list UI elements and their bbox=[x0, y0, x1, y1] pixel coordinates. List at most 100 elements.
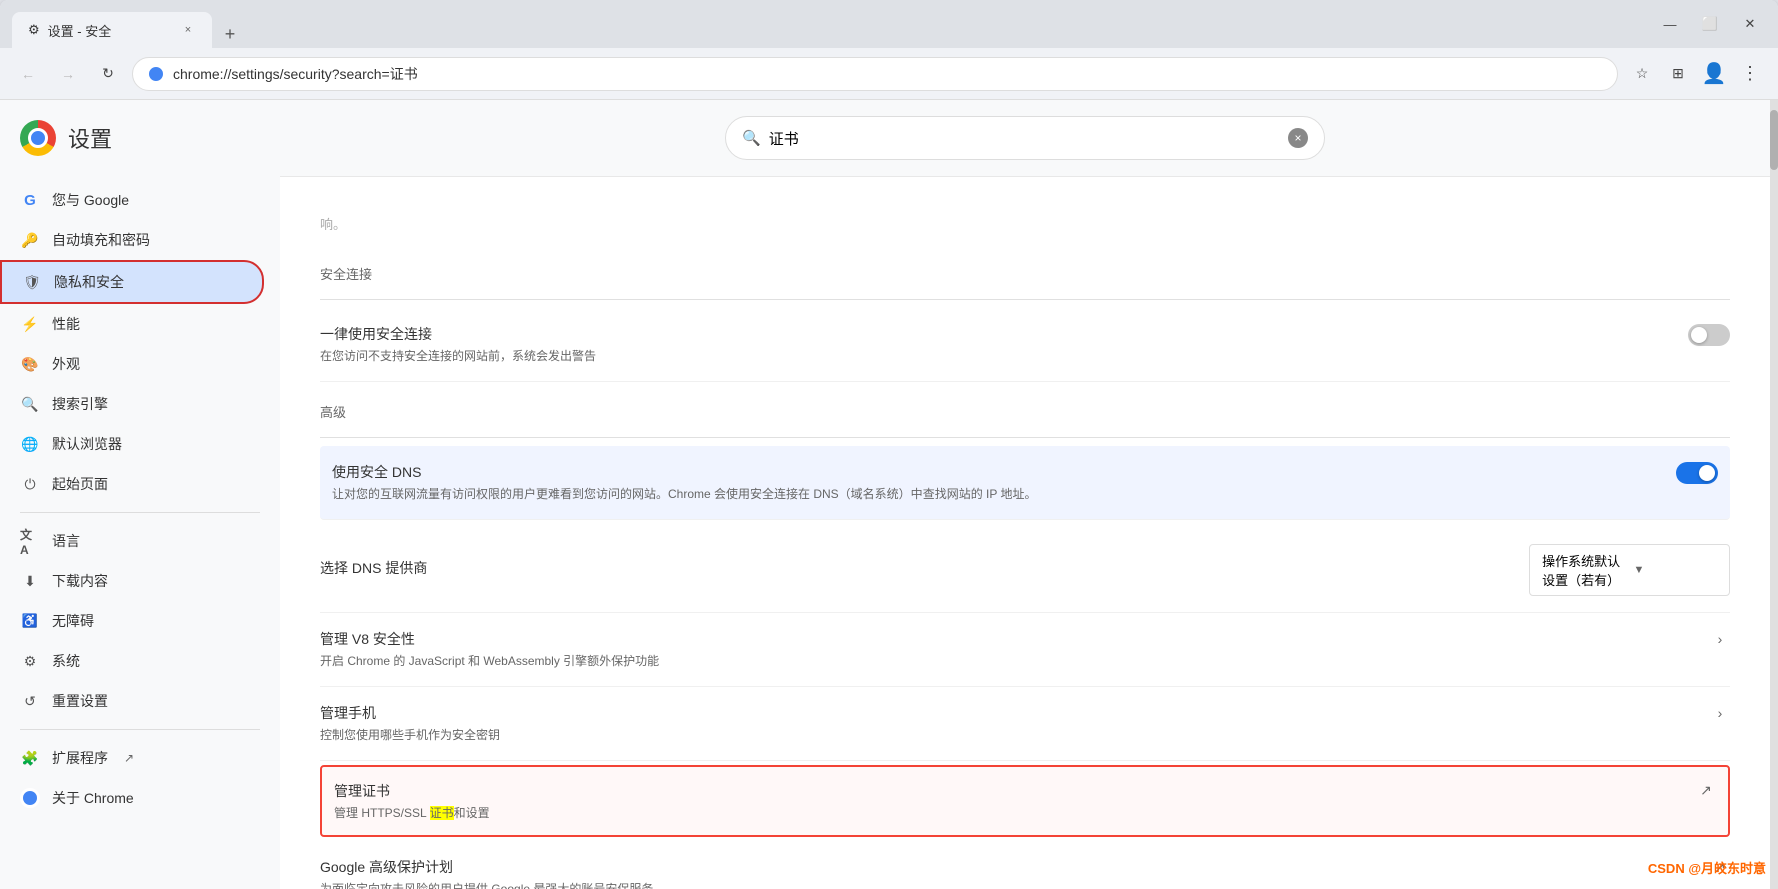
manage-cert-text: 管理证书 管理 HTTPS/SSL 证书和设置 bbox=[334, 781, 1680, 822]
new-tab-button[interactable]: + bbox=[216, 20, 244, 48]
dns-provider-value: 操作系统默认设置（若有） bbox=[1542, 551, 1625, 589]
bookmark-button[interactable]: ☆ bbox=[1626, 58, 1658, 90]
sidebar-item-about[interactable]: 关于 Chrome bbox=[0, 778, 264, 818]
sidebar-item-startup[interactable]: ⏻ 起始页面 bbox=[0, 464, 264, 504]
tab-close-button[interactable]: × bbox=[180, 22, 196, 38]
sidebar-item-browser[interactable]: 🌐 默认浏览器 bbox=[0, 424, 264, 464]
manage-phone-desc: 控制您使用哪些手机作为安全密钥 bbox=[320, 727, 1694, 744]
search-clear-button[interactable]: × bbox=[1288, 128, 1308, 148]
manage-phone-row[interactable]: 管理手机 控制您使用哪些手机作为安全密钥 › bbox=[320, 687, 1730, 761]
sidebar-item-accessibility[interactable]: ♿ 无障碍 bbox=[0, 601, 264, 641]
search-container: 🔍 × bbox=[280, 100, 1770, 177]
advanced-label: 高级 bbox=[320, 382, 1730, 429]
chevron-right-icon: › bbox=[1710, 629, 1730, 649]
address-bar[interactable]: chrome://settings/security?search=证书 bbox=[132, 57, 1618, 91]
profile-button[interactable]: 👤 bbox=[1698, 58, 1730, 90]
dropdown-arrow-icon: ▼ bbox=[1634, 564, 1717, 576]
faded-top-text: 响。 bbox=[320, 197, 1730, 252]
sidebar-item-performance[interactable]: ⚡ 性能 bbox=[0, 304, 264, 344]
google-protect-text: Google 高级保护计划 为面临定向攻击风险的用户提供 Google 最强大的… bbox=[320, 857, 1694, 889]
sidebar-item-language[interactable]: 文A 语言 bbox=[0, 521, 264, 561]
search-bar[interactable]: 🔍 × bbox=[725, 116, 1325, 160]
navbar-actions: ☆ ⊞ 👤 ⋮ bbox=[1626, 58, 1766, 90]
manage-v8-control: › bbox=[1710, 629, 1730, 649]
sidebar-label-accessibility: 无障碍 bbox=[52, 611, 94, 631]
sidebar-item-search[interactable]: 🔍 搜索引擎 bbox=[0, 384, 264, 424]
secure-dns-desc: 让对您的互联网流量有访问权限的用户更难看到您访问的网站。Chrome 会使用安全… bbox=[332, 486, 1660, 503]
manage-v8-text: 管理 V8 安全性 开启 Chrome 的 JavaScript 和 WebAs… bbox=[320, 629, 1694, 670]
section-divider-1 bbox=[320, 299, 1730, 300]
appearance-icon: 🎨 bbox=[20, 354, 40, 374]
google-icon: G bbox=[20, 190, 40, 210]
sidebar-label-browser: 默认浏览器 bbox=[52, 434, 122, 454]
google-protect-desc: 为面临定向攻击风险的用户提供 Google 最强大的账号安保服务 bbox=[320, 881, 1694, 889]
secure-dns-text: 使用安全 DNS 让对您的互联网流量有访问权限的用户更难看到您访问的网站。Chr… bbox=[332, 462, 1660, 503]
secure-dns-toggle[interactable] bbox=[1676, 462, 1718, 484]
settings-logo-inner bbox=[31, 131, 46, 146]
always-https-title: 一律使用安全连接 bbox=[320, 324, 1672, 344]
dns-provider-control: 操作系统默认设置（若有） ▼ bbox=[1529, 544, 1730, 596]
dns-provider-row[interactable]: 选择 DNS 提供商 操作系统默认设置（若有） ▼ bbox=[320, 528, 1730, 613]
reload-button[interactable]: ↻ bbox=[92, 58, 124, 90]
scrollbar-thumb[interactable] bbox=[1770, 110, 1778, 170]
maximize-button[interactable]: ⬜ bbox=[1694, 8, 1726, 40]
back-button[interactable]: ← bbox=[12, 58, 44, 90]
faded-continuation: 响。 bbox=[320, 213, 1730, 236]
sidebar-label-about: 关于 Chrome bbox=[52, 788, 134, 808]
main-area: 设置 G 您与 Google 🔑 自动填充和密码 🛡 隐私和安全 ⚡ 性能 🎨 bbox=[0, 100, 1778, 889]
manage-cert-highlight: 证书 bbox=[430, 806, 454, 820]
always-https-text: 一律使用安全连接 在您访问不支持安全连接的网站前，系统会发出警告 bbox=[320, 324, 1672, 365]
dns-provider-label: 选择 DNS 提供商 bbox=[320, 558, 1513, 578]
manage-cert-row[interactable]: 管理证书 管理 HTTPS/SSL 证书和设置 ↗ bbox=[320, 765, 1730, 838]
secure-dns-control bbox=[1676, 462, 1718, 484]
search-engine-icon: 🔍 bbox=[20, 394, 40, 414]
settings-content: 响。 安全连接 一律使用安全连接 在您访问不支持安全连接的网站前，系统会发出警告 bbox=[280, 177, 1770, 889]
sidebar-label-autofill: 自动填充和密码 bbox=[52, 230, 150, 250]
close-button[interactable]: ✕ bbox=[1734, 8, 1766, 40]
settings-header: 设置 bbox=[0, 120, 280, 180]
dns-provider-dropdown[interactable]: 操作系统默认设置（若有） ▼ bbox=[1529, 544, 1730, 596]
section-divider-2 bbox=[320, 437, 1730, 438]
sidebar-label-language: 语言 bbox=[52, 531, 80, 551]
sidebar-divider-2 bbox=[20, 729, 260, 730]
manage-cert-control: ↗ bbox=[1696, 781, 1716, 801]
sidebar-item-extensions[interactable]: 🧩 扩展程序 ↗ bbox=[0, 738, 264, 778]
extensions-button[interactable]: ⊞ bbox=[1662, 58, 1694, 90]
menu-button[interactable]: ⋮ bbox=[1734, 58, 1766, 90]
accessibility-icon: ♿ bbox=[20, 611, 40, 631]
sidebar-label-search: 搜索引擎 bbox=[52, 394, 108, 414]
minimize-button[interactable]: — bbox=[1654, 8, 1686, 40]
language-icon: 文A bbox=[20, 531, 40, 551]
sidebar-item-privacy[interactable]: 🛡 隐私和安全 bbox=[0, 260, 264, 304]
search-input[interactable] bbox=[769, 130, 1280, 147]
forward-button[interactable]: → bbox=[52, 58, 84, 90]
manage-v8-row[interactable]: 管理 V8 安全性 开启 Chrome 的 JavaScript 和 WebAs… bbox=[320, 613, 1730, 687]
address-text: chrome://settings/security?search=证书 bbox=[173, 64, 1603, 84]
always-https-toggle[interactable] bbox=[1688, 324, 1730, 346]
window-controls: — ⬜ ✕ bbox=[1654, 8, 1766, 40]
sidebar-label-appearance: 外观 bbox=[52, 354, 80, 374]
manage-cert-title: 管理证书 bbox=[334, 781, 1680, 801]
sidebar-label-system: 系统 bbox=[52, 651, 80, 671]
active-tab[interactable]: ⚙ 设置 - 安全 × bbox=[12, 12, 212, 48]
performance-icon: ⚡ bbox=[20, 314, 40, 334]
scrollbar-track[interactable] bbox=[1770, 100, 1778, 889]
always-https-control bbox=[1688, 324, 1730, 346]
google-protect-row[interactable]: Google 高级保护计划 为面临定向攻击风险的用户提供 Google 最强大的… bbox=[320, 841, 1730, 889]
secure-dns-row[interactable]: 使用安全 DNS 让对您的互联网流量有访问权限的用户更难看到您访问的网站。Chr… bbox=[320, 446, 1730, 520]
about-icon bbox=[20, 788, 40, 808]
browser-icon: 🌐 bbox=[20, 434, 40, 454]
content-area: 🔍 × 响。 安全连接 一律使用安全连接 在您访问不支持安全连接的网站 bbox=[280, 100, 1770, 889]
sidebar-item-google[interactable]: G 您与 Google bbox=[0, 180, 264, 220]
sidebar-item-autofill[interactable]: 🔑 自动填充和密码 bbox=[0, 220, 264, 260]
sidebar-item-downloads[interactable]: ⬇ 下载内容 bbox=[0, 561, 264, 601]
sidebar-item-system[interactable]: ⚙ 系统 bbox=[0, 641, 264, 681]
sidebar-item-appearance[interactable]: 🎨 外观 bbox=[0, 344, 264, 384]
google-protect-title: Google 高级保护计划 bbox=[320, 857, 1694, 877]
about-logo-inner bbox=[27, 795, 34, 802]
manage-v8-title: 管理 V8 安全性 bbox=[320, 629, 1694, 649]
always-https-row[interactable]: 一律使用安全连接 在您访问不支持安全连接的网站前，系统会发出警告 bbox=[320, 308, 1730, 382]
search-icon: 🔍 bbox=[742, 129, 761, 147]
sidebar-item-reset[interactable]: ↺ 重置设置 bbox=[0, 681, 264, 721]
chrome-logo-icon bbox=[147, 65, 165, 83]
